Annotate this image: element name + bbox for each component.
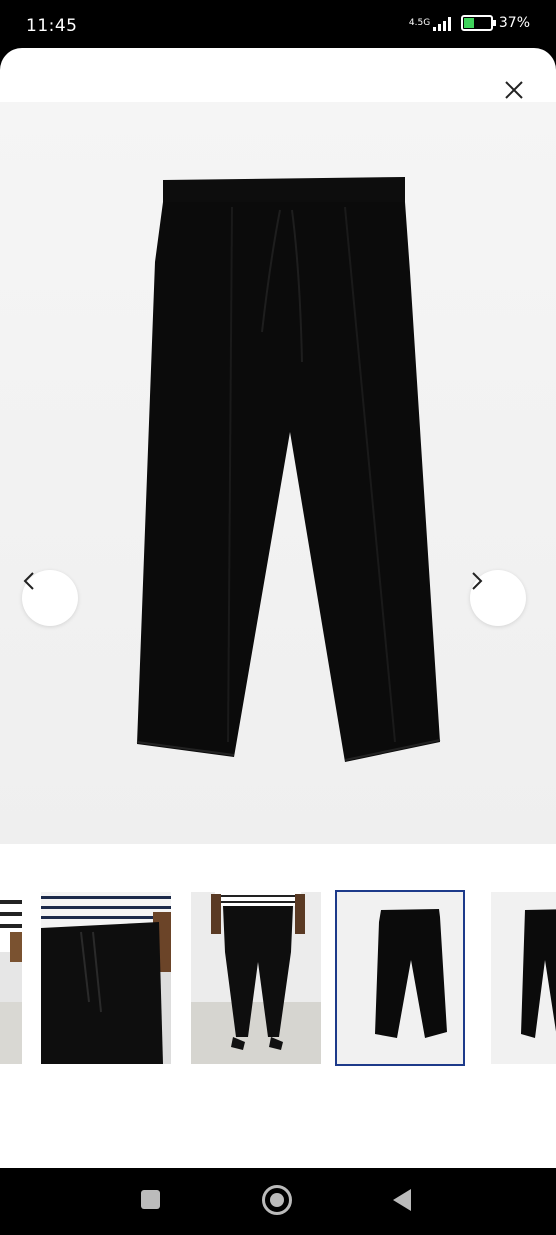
signal-icon — [432, 17, 451, 31]
battery-percent: 37% — [498, 15, 530, 31]
chevron-right-icon — [472, 572, 483, 590]
previous-image-button[interactable] — [22, 570, 78, 626]
thumbnail-2[interactable] — [41, 892, 171, 1064]
thumbnail-image — [0, 892, 22, 1064]
next-image-button[interactable] — [470, 570, 526, 626]
system-navigation-bar — [0, 1168, 556, 1235]
thumbnail-3[interactable] — [191, 892, 321, 1064]
battery-charging-icon — [460, 15, 496, 31]
main-product-image[interactable] — [0, 102, 556, 844]
image-viewer-sheet — [0, 48, 556, 1168]
recents-square-icon[interactable] — [141, 1190, 160, 1209]
status-bar: 11:45 4.5G 37% — [0, 0, 556, 50]
home-circle-icon[interactable] — [262, 1185, 292, 1215]
thumbnail-strip[interactable] — [0, 890, 556, 1066]
close-icon — [505, 81, 523, 99]
thumbnail-5[interactable] — [491, 892, 556, 1064]
thumbnail-image — [191, 892, 321, 1064]
thumbnail-1[interactable] — [0, 892, 22, 1064]
close-button[interactable] — [502, 78, 526, 102]
thumbnail-image — [41, 892, 171, 1064]
status-time: 11:45 — [26, 16, 78, 36]
thumbnail-image — [491, 892, 556, 1064]
thumbnail-4-selected[interactable] — [335, 890, 465, 1066]
network-type: 4.5G — [408, 17, 431, 28]
trousers-illustration — [136, 177, 441, 762]
status-icons: 4.5G 37% — [409, 15, 530, 31]
chevron-left-icon — [23, 572, 34, 590]
thumbnail-image — [337, 892, 463, 1064]
back-triangle-icon[interactable] — [393, 1189, 411, 1211]
